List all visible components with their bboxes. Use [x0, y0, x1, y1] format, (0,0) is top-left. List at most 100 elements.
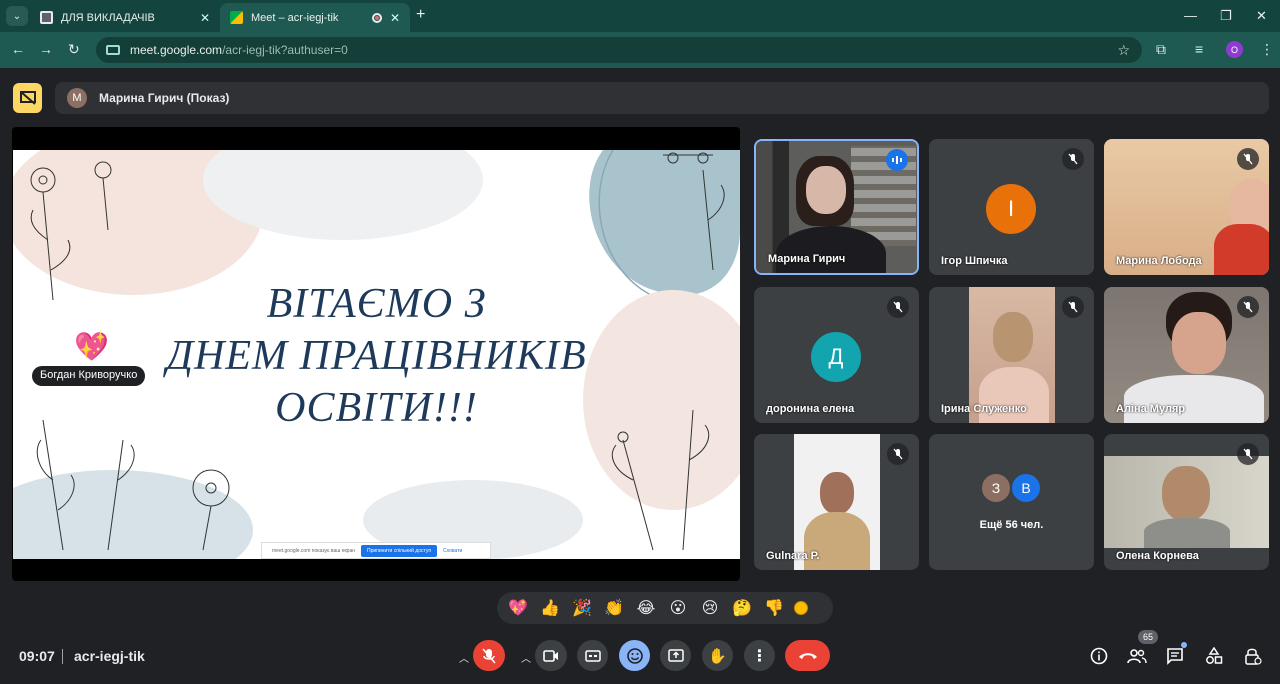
browser-tab-1[interactable]: ДЛЯ ВИКЛАДАЧІВ ✕ — [30, 3, 220, 32]
meet-favicon-icon — [230, 11, 243, 24]
speaking-indicator — [886, 149, 908, 171]
hang-up-icon — [798, 652, 817, 659]
stop-sharing-button[interactable]: Припинити спільний доступ — [361, 544, 438, 557]
more-participants-label: Ещё 56 чел. — [979, 519, 1044, 531]
mic-off-icon — [1237, 148, 1259, 170]
leave-call-button[interactable] — [785, 640, 830, 671]
close-tab-icon[interactable]: ✕ — [200, 11, 210, 25]
reaction-sender-label: Богдан Криворучко — [32, 366, 146, 386]
captions-button[interactable] — [577, 640, 608, 671]
participant-name: Марина Гирич — [768, 253, 846, 265]
url-field[interactable]: meet.google.com/acr-iegj-tik?authuser=0 … — [96, 37, 1142, 63]
recording-icon — [372, 12, 382, 23]
minimize-button[interactable]: — — [1184, 8, 1197, 23]
participant-name: Аліна Муляр — [1116, 403, 1186, 415]
reaction-laugh-button[interactable]: 😂 — [630, 598, 662, 618]
activities-shapes-icon — [1206, 647, 1223, 664]
participant-tile-4[interactable]: Д доронина елена — [754, 287, 919, 423]
forward-button[interactable]: → — [39, 41, 53, 57]
classroom-favicon-icon — [40, 11, 53, 24]
reaction-thumbs-up-button[interactable]: 👍 — [534, 598, 566, 618]
participant-tile-2[interactable]: І Ігор Шпичка — [929, 139, 1094, 275]
mic-off-icon — [1237, 443, 1259, 465]
raise-hand-button[interactable]: ✋ — [702, 640, 733, 671]
stop-screen-share-icon — [19, 91, 36, 105]
reaction-thumbs-down-button[interactable]: 👎 — [758, 598, 790, 618]
chat-icon — [1167, 648, 1183, 665]
browser-menu-icon[interactable]: ⋮ — [1260, 41, 1274, 58]
microphone-toggle-button[interactable] — [473, 640, 505, 671]
media-controls-icon[interactable]: ≡ — [1195, 41, 1203, 57]
mic-off-icon — [1062, 296, 1084, 318]
close-window-button[interactable]: ✕ — [1256, 8, 1267, 24]
more-options-button[interactable]: ⋮ — [744, 640, 775, 671]
meeting-time: 09:07 — [19, 648, 55, 664]
people-button[interactable] — [1126, 645, 1148, 667]
stop-presenting-button[interactable] — [13, 83, 42, 113]
participant-name: Ірина Служенко — [941, 403, 1027, 415]
participant-tile-5[interactable]: Ірина Служенко — [929, 287, 1094, 423]
arrow-right-icon: → — [39, 41, 53, 57]
reaction-heart-button[interactable]: 💖 — [502, 598, 534, 618]
present-screen-button[interactable] — [660, 640, 691, 671]
participant-name: Ігор Шпичка — [941, 255, 1008, 267]
browser-tab-2[interactable]: Meet – acr-iegj-tik ✕ — [220, 3, 410, 32]
audio-options-caret[interactable]: ︿ — [459, 650, 469, 665]
meeting-details-button[interactable] — [1088, 645, 1110, 667]
participant-name: Gulnara P. — [766, 550, 820, 562]
hide-notice-link[interactable]: Сховати — [443, 548, 462, 554]
participant-avatar: І — [986, 184, 1036, 234]
reactions-bar: 💖 👍 🎉 👏 😂 😮 😢 🤔 👎 — [497, 592, 833, 624]
reaction-thinking-button[interactable]: 🤔 — [726, 598, 758, 618]
arrow-left-icon: ← — [11, 41, 25, 57]
shared-slide: ВІТАЄМО З ДНЕМ ПРАЦІВНИКІВ ОСВІТИ!!! mee… — [13, 150, 740, 559]
share-notice-text: meet.google.com показує ваш екран — [272, 547, 356, 554]
reaction-party-button[interactable]: 🎉 — [566, 598, 598, 618]
mic-off-icon — [1237, 296, 1259, 318]
divider — [62, 649, 63, 664]
reload-button[interactable]: ↻ — [68, 41, 80, 58]
profile-avatar[interactable]: O — [1226, 41, 1243, 58]
tab-title: ДЛЯ ВИКЛАДАЧІВ — [61, 11, 155, 24]
url-path: /acr-iegj-tik?authuser=0 — [222, 43, 348, 57]
more-vertical-icon: ⋮ — [751, 647, 768, 665]
bookmark-star-icon[interactable]: ☆ — [1117, 42, 1130, 59]
screen-share-notice: meet.google.com показує ваш екран Припин… — [261, 542, 491, 559]
camera-toggle-button[interactable] — [535, 640, 567, 671]
activities-button[interactable] — [1203, 645, 1225, 667]
back-button[interactable]: ← — [11, 41, 25, 57]
tab-search-button[interactable]: ⌄ — [6, 6, 28, 26]
reload-icon: ↻ — [68, 41, 80, 57]
chevron-down-icon: ⌄ — [12, 10, 22, 22]
host-controls-button[interactable] — [1242, 645, 1264, 667]
reaction-sad-button[interactable]: 😢 — [694, 598, 726, 618]
participant-tile-6[interactable]: Аліна Муляр — [1104, 287, 1269, 423]
participant-tile-1[interactable]: Марина Гирич — [754, 139, 919, 275]
address-bar-row: ← → ↻ meet.google.com/acr-iegj-tik?authu… — [0, 32, 1280, 68]
raise-hand-icon: ✋ — [708, 647, 727, 665]
participant-name: Олена Корнева — [1116, 550, 1199, 562]
participant-tile-7[interactable]: Gulnara P. — [754, 434, 919, 570]
people-icon — [1127, 649, 1147, 664]
camera-icon — [543, 649, 558, 662]
people-count-badge: 65 — [1138, 630, 1159, 644]
close-tab-icon[interactable]: ✕ — [390, 11, 400, 25]
tab-title: Meet – acr-iegj-tik — [251, 11, 339, 24]
video-options-caret[interactable]: ︿ — [521, 650, 531, 665]
reaction-clap-button[interactable]: 👏 — [598, 598, 630, 618]
participant-tile-9[interactable]: Олена Корнева — [1104, 434, 1269, 570]
participant-avatar: Д — [811, 332, 861, 382]
chat-button[interactable] — [1164, 645, 1186, 667]
participant-video — [1104, 456, 1269, 548]
participant-tile-3[interactable]: Марина Лобода — [1104, 139, 1269, 275]
new-tab-button[interactable]: + — [416, 6, 425, 24]
participant-name: Марина Лобода — [1116, 255, 1202, 267]
reactions-button[interactable] — [619, 640, 650, 671]
mic-off-icon — [887, 296, 909, 318]
extensions-icon[interactable]: ⧉ — [1156, 41, 1166, 58]
reaction-surprised-button[interactable]: 😮 — [662, 598, 694, 618]
skin-tone-picker[interactable] — [794, 601, 808, 615]
maximize-button[interactable]: ❐ — [1220, 8, 1232, 24]
more-participants-tile[interactable]: З В Ещё 56 чел. — [929, 434, 1094, 570]
site-info-icon[interactable] — [106, 45, 120, 55]
